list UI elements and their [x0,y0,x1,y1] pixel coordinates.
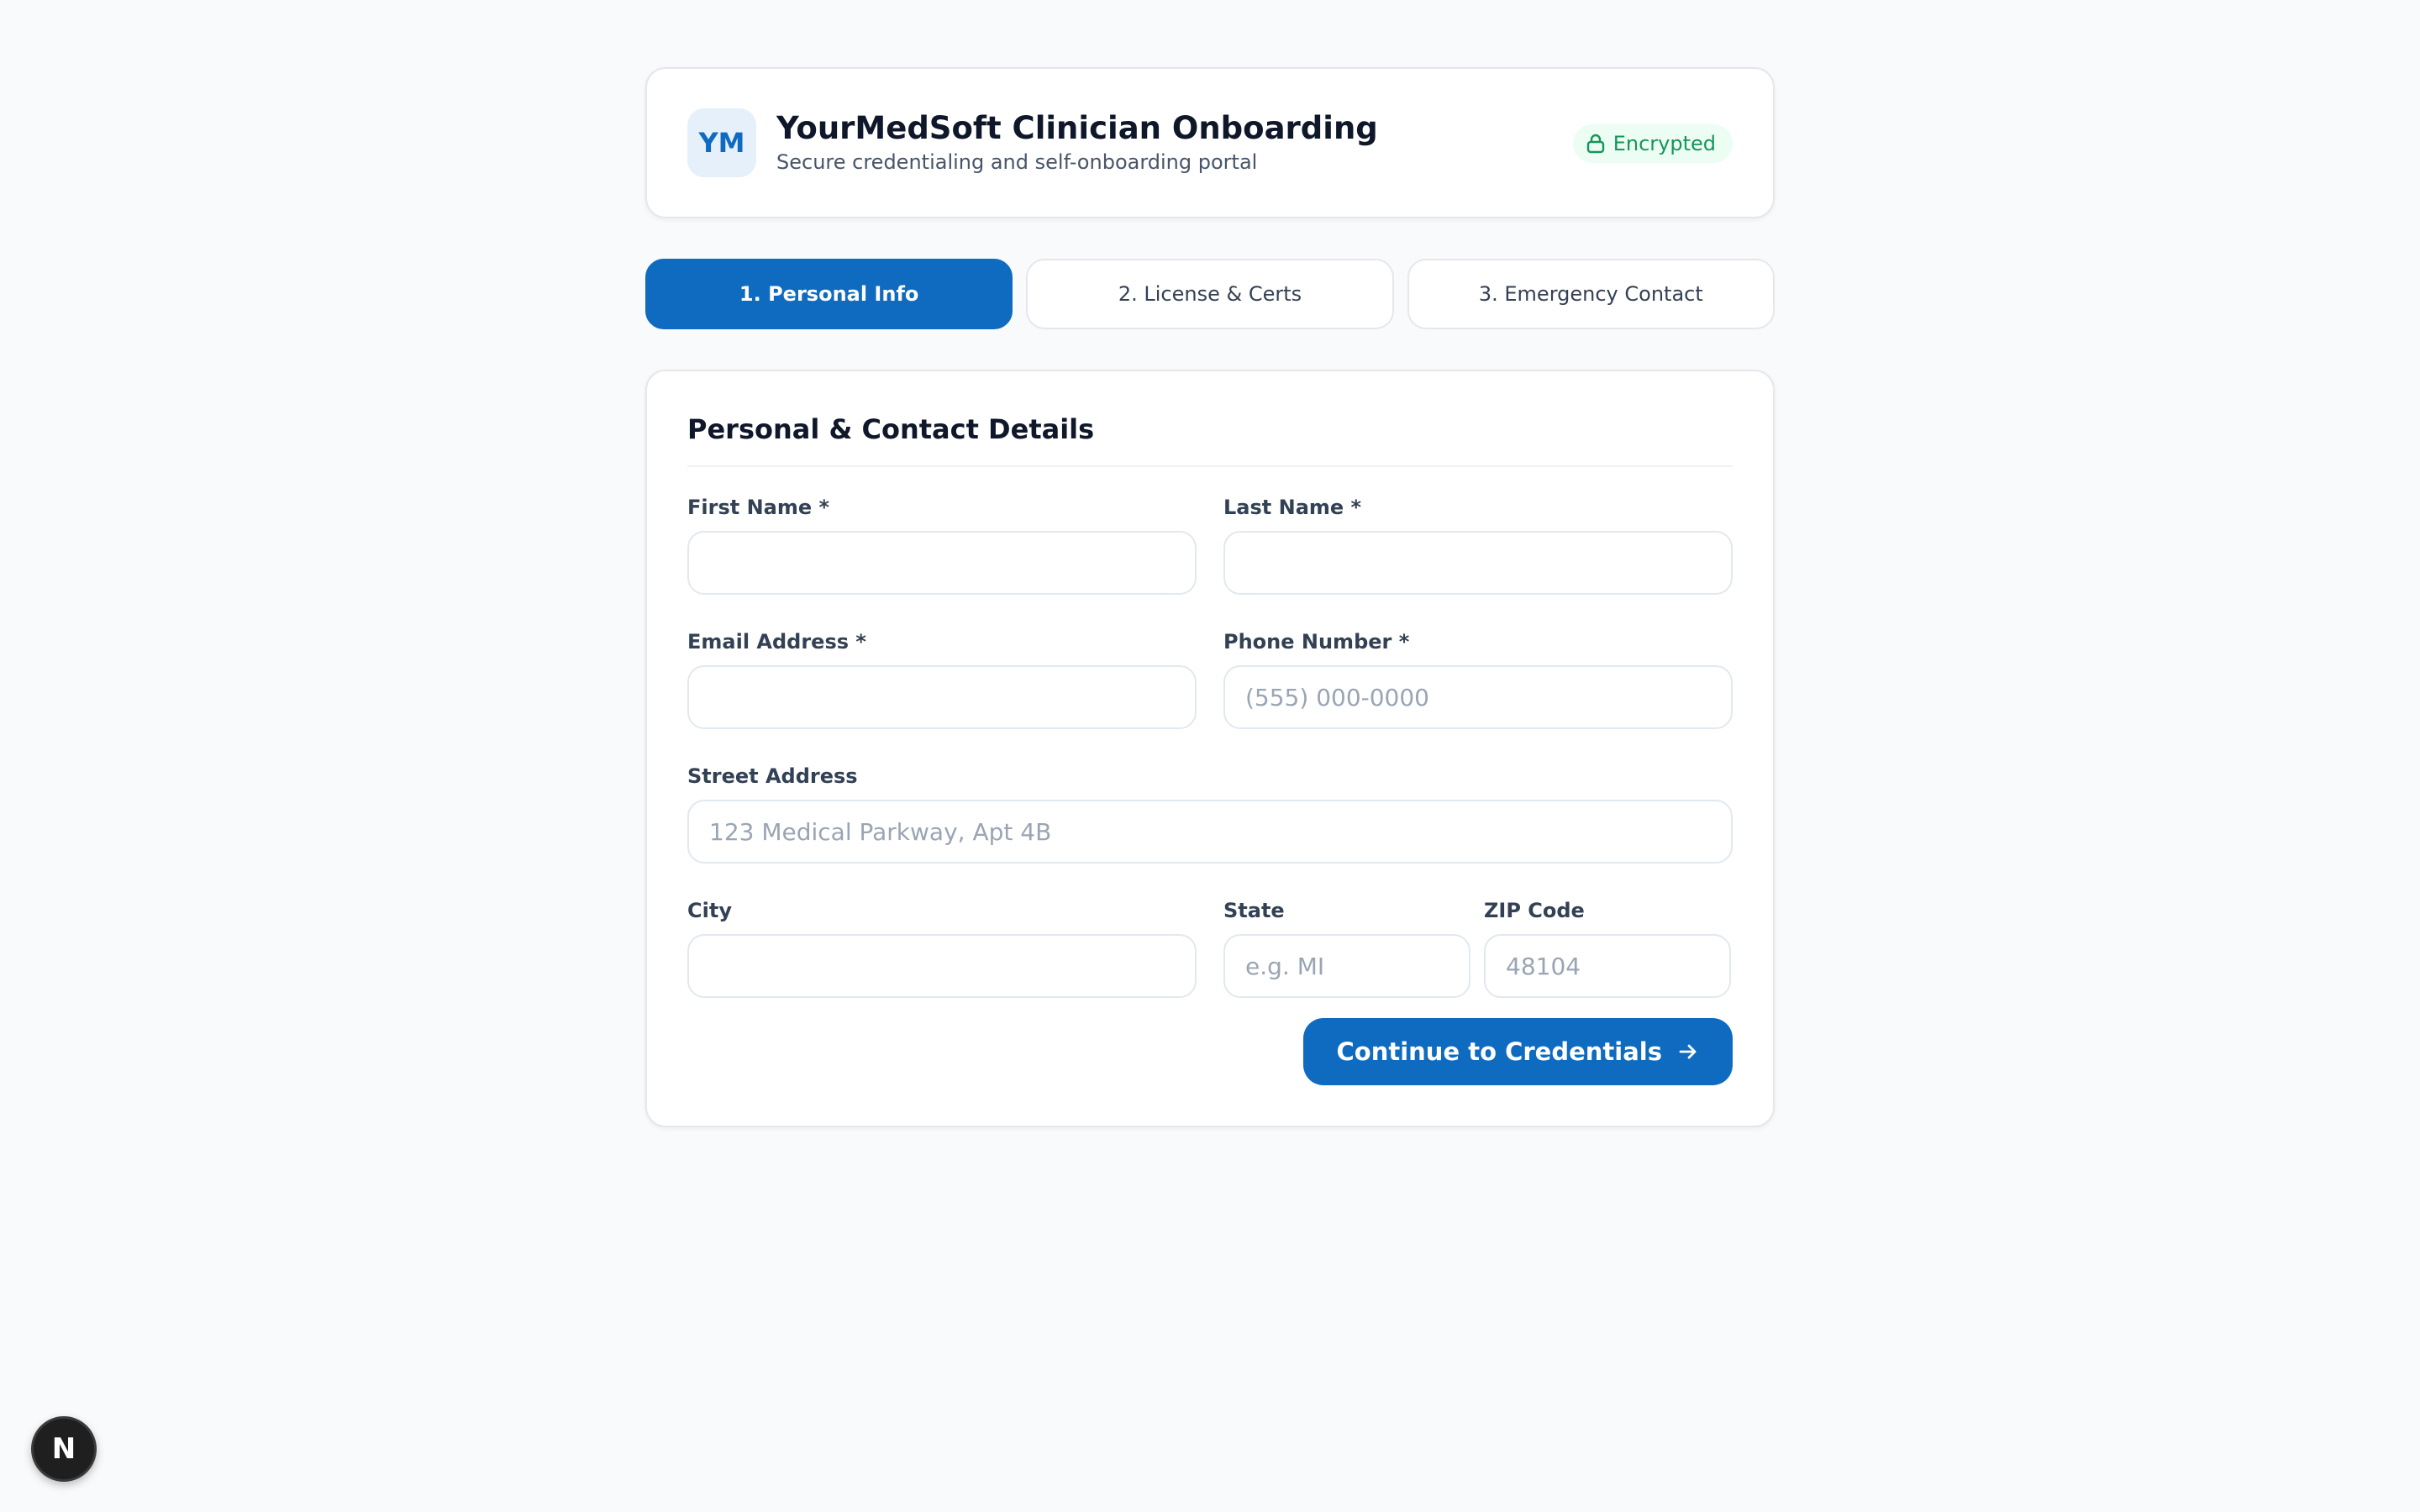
zip-label: ZIP Code [1484,899,1585,922]
continue-button[interactable]: Continue to Credentials [1302,1018,1733,1085]
phone-field: Phone Number * [1223,628,1733,729]
location-row: City State ZIP Code [687,897,1733,998]
lock-icon [1586,134,1604,154]
contact-row: Email Address * Phone Number * [687,628,1733,729]
zip-input[interactable] [1484,934,1731,998]
last-name-label: Last Name * [1223,496,1362,519]
header-card: YM YourMedSoft Clinician Onboarding Secu… [645,67,1775,218]
arrow-right-icon [1679,1044,1697,1059]
phone-label: Phone Number * [1223,630,1410,654]
street-field: Street Address [687,763,1733,864]
first-name-label: First Name * [687,496,830,519]
form-card: Personal & Contact Details First Name * … [645,370,1775,1127]
state-zip-group: State ZIP Code [1223,897,1733,998]
name-row: First Name * Last Name * [687,494,1733,595]
city-field: City [687,897,1197,998]
street-row: Street Address [687,763,1733,864]
tab-personal-info[interactable]: 1. Personal Info [645,259,1013,329]
tab-emergency-contact[interactable]: 3. Emergency Contact [1407,259,1775,329]
section-title: Personal & Contact Details [687,371,1733,467]
header-text: YourMedSoft Clinician Onboarding Secure … [776,110,1378,176]
email-input[interactable] [687,665,1197,729]
encrypted-label: Encrypted [1612,132,1716,155]
encrypted-badge: Encrypted [1572,124,1733,163]
zip-field: ZIP Code [1484,897,1731,998]
continue-label: Continue to Credentials [1336,1037,1663,1066]
street-input[interactable] [687,800,1733,864]
email-label: Email Address * [687,630,866,654]
tab-license-certs[interactable]: 2. License & Certs [1026,259,1394,329]
state-label: State [1223,899,1285,922]
city-label: City [687,899,732,922]
street-label: Street Address [687,764,858,788]
last-name-input[interactable] [1223,531,1733,595]
floating-n-badge[interactable]: N [31,1416,97,1482]
logo-badge: YM [687,108,756,177]
first-name-input[interactable] [687,531,1197,595]
onboarding-container: YM YourMedSoft Clinician Onboarding Secu… [645,67,1775,1127]
step-tabs: 1. Personal Info 2. License & Certs 3. E… [645,259,1775,329]
last-name-field: Last Name * [1223,494,1733,595]
email-field: Email Address * [687,628,1197,729]
state-field: State [1223,897,1470,998]
state-input[interactable] [1223,934,1470,998]
app-subtitle: Secure credentialing and self-onboarding… [776,150,1258,174]
first-name-field: First Name * [687,494,1197,595]
app-title: YourMedSoft Clinician Onboarding [776,110,1378,146]
city-input[interactable] [687,934,1197,998]
phone-input[interactable] [1223,665,1733,729]
